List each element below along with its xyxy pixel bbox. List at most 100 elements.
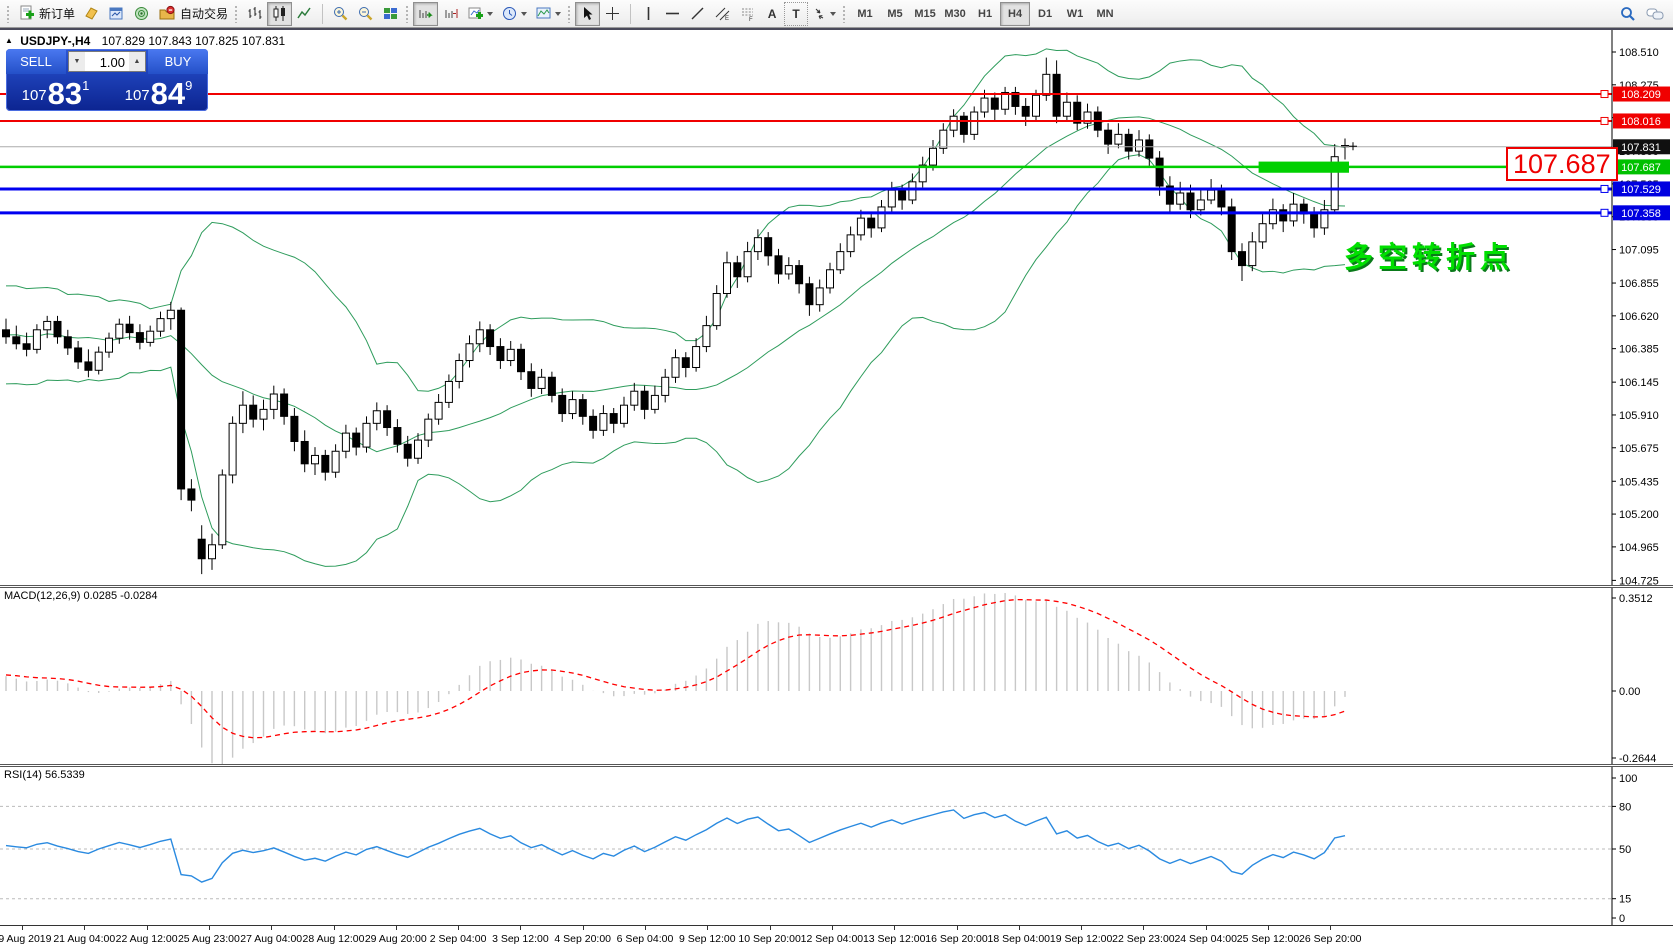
svg-text:80: 80 xyxy=(1619,801,1631,813)
chart-ohlc-values: 107.829 107.843 107.825 107.831 xyxy=(102,34,286,48)
sell-price-prefix: 107 xyxy=(22,87,47,104)
timeframe-m15[interactable]: M15 xyxy=(910,2,940,26)
svg-text:100: 100 xyxy=(1619,773,1637,785)
time-axis-label: 3 Sep 12:00 xyxy=(492,933,549,945)
time-axis-tick xyxy=(832,926,833,930)
auto-trading-label: 自动交易 xyxy=(180,5,228,22)
time-axis-tick xyxy=(84,926,85,930)
auto-trading-icon xyxy=(158,5,176,22)
time-axis-tick xyxy=(209,926,210,930)
toolbar: 新订单 自动交易 xyxy=(0,0,1673,28)
timeframe-w1[interactable]: W1 xyxy=(1060,2,1090,26)
svg-text:108.510: 108.510 xyxy=(1619,47,1659,59)
volume-input[interactable]: 1.00 xyxy=(85,52,129,71)
dropdown-caret xyxy=(521,12,527,16)
crosshair-tool-button[interactable] xyxy=(600,2,625,26)
new-order-button[interactable]: 新订单 xyxy=(14,2,79,26)
time-axis-tick xyxy=(770,926,771,930)
time-axis-tick xyxy=(271,926,272,930)
time-axis-tick xyxy=(894,926,895,930)
timeframe-mn[interactable]: MN xyxy=(1090,2,1120,26)
sell-button[interactable]: SELL xyxy=(6,49,66,74)
svg-text:F: F xyxy=(749,17,753,22)
cursor-icon xyxy=(579,5,596,22)
new-chart-icon xyxy=(467,5,484,22)
svg-text:107.095: 107.095 xyxy=(1619,245,1659,257)
horizontal-line-tool-button[interactable] xyxy=(660,2,685,26)
turning-point-annotation[interactable]: 多空转折点 xyxy=(1344,234,1514,276)
toolbar-grip[interactable] xyxy=(234,5,238,23)
chart-shift-button[interactable] xyxy=(438,2,463,26)
new-chart-button[interactable] xyxy=(463,2,497,26)
timeframe-d1[interactable]: D1 xyxy=(1030,2,1060,26)
periods-button[interactable] xyxy=(497,2,531,26)
svg-text:108.016: 108.016 xyxy=(1621,116,1661,128)
time-axis-tick xyxy=(22,926,23,930)
toolbar-grip[interactable] xyxy=(6,5,10,23)
toolbar-grip[interactable] xyxy=(842,5,846,23)
zoom-out-button[interactable] xyxy=(353,2,378,26)
navigator-button[interactable] xyxy=(129,2,154,26)
main-chart-canvas[interactable]: 108.510108.275108.040107.800107.565107.3… xyxy=(0,30,1673,585)
trendline-tool-button[interactable] xyxy=(685,2,710,26)
timeframe-m30[interactable]: M30 xyxy=(940,2,970,26)
sell-price[interactable]: 107 83 1 xyxy=(6,74,105,111)
rsi-label: RSI(14) 56.5339 xyxy=(4,769,85,781)
auto-scroll-button[interactable] xyxy=(413,2,438,26)
timeframe-m5[interactable]: M5 xyxy=(880,2,910,26)
time-axis[interactable]: 19 Aug 201921 Aug 04:0022 Aug 12:0025 Au… xyxy=(0,925,1673,949)
time-axis-label: 25 Sep 12:00 xyxy=(1237,933,1299,945)
time-axis-tick xyxy=(707,926,708,930)
chat-button[interactable] xyxy=(1641,2,1669,26)
vertical-line-tool-button[interactable] xyxy=(636,2,660,26)
metaeditor-button[interactable] xyxy=(79,2,104,26)
collapse-icon[interactable]: ▲ xyxy=(5,36,13,45)
text-label-tool-button[interactable]: T xyxy=(784,2,808,26)
templates-button[interactable] xyxy=(531,2,565,26)
market-watch-button[interactable] xyxy=(104,2,129,26)
svg-text:-0.2644: -0.2644 xyxy=(1619,753,1656,764)
toolbar-grip[interactable] xyxy=(567,5,571,23)
time-axis-label: 12 Sep 04:00 xyxy=(801,933,863,945)
buy-button[interactable]: BUY xyxy=(148,49,208,74)
text-tool-button[interactable]: A xyxy=(760,2,784,26)
macd-canvas[interactable]: 0.3512 0.00 -0.2644 xyxy=(0,588,1673,764)
time-axis-label: 16 Sep 20:00 xyxy=(925,933,987,945)
auto-trading-button[interactable]: 自动交易 xyxy=(154,2,232,26)
svg-text:0.3512: 0.3512 xyxy=(1619,593,1653,605)
svg-text:106.145: 106.145 xyxy=(1619,377,1659,389)
svg-text:105.910: 105.910 xyxy=(1619,410,1659,422)
zoom-in-icon xyxy=(332,5,349,22)
volume-increase-button[interactable]: ▲ xyxy=(129,52,145,71)
bar-chart-mode-button[interactable] xyxy=(242,2,267,26)
timeframe-h1[interactable]: H1 xyxy=(970,2,1000,26)
time-axis-label: 22 Aug 12:00 xyxy=(116,933,178,945)
arrows-tool-button[interactable] xyxy=(808,2,840,26)
zoom-in-button[interactable] xyxy=(328,2,353,26)
search-button[interactable] xyxy=(1615,2,1641,26)
line-chart-icon xyxy=(296,5,313,22)
volume-decrease-button[interactable]: ▼ xyxy=(69,52,85,71)
price-level-text-box[interactable]: 107.687 xyxy=(1506,147,1618,181)
svg-text:0.00: 0.00 xyxy=(1619,686,1640,698)
line-chart-mode-button[interactable] xyxy=(292,2,317,26)
timeframe-m1[interactable]: M1 xyxy=(850,2,880,26)
candlestick-mode-button[interactable] xyxy=(267,2,292,26)
time-axis-tick xyxy=(583,926,584,930)
tile-windows-button[interactable] xyxy=(378,2,403,26)
tile-windows-icon xyxy=(382,5,399,22)
svg-text:107.831: 107.831 xyxy=(1621,142,1661,154)
fibonacci-tool-button[interactable]: F xyxy=(735,2,760,26)
time-axis-label: 13 Sep 12:00 xyxy=(863,933,925,945)
buy-price[interactable]: 107 84 9 xyxy=(109,74,208,111)
sell-price-main: 83 xyxy=(48,79,82,108)
toolbar-grip[interactable] xyxy=(405,5,409,23)
channel-tool-button[interactable]: E xyxy=(710,2,735,26)
buy-price-prefix: 107 xyxy=(125,87,150,104)
time-axis-tick xyxy=(645,926,646,930)
rsi-canvas[interactable]: 1008050150 xyxy=(0,767,1673,925)
timeframe-h4[interactable]: H4 xyxy=(1000,2,1030,26)
cursor-tool-button[interactable] xyxy=(575,2,600,26)
time-axis-label: 10 Sep 20:00 xyxy=(738,933,800,945)
toolbar-separator xyxy=(322,4,323,24)
